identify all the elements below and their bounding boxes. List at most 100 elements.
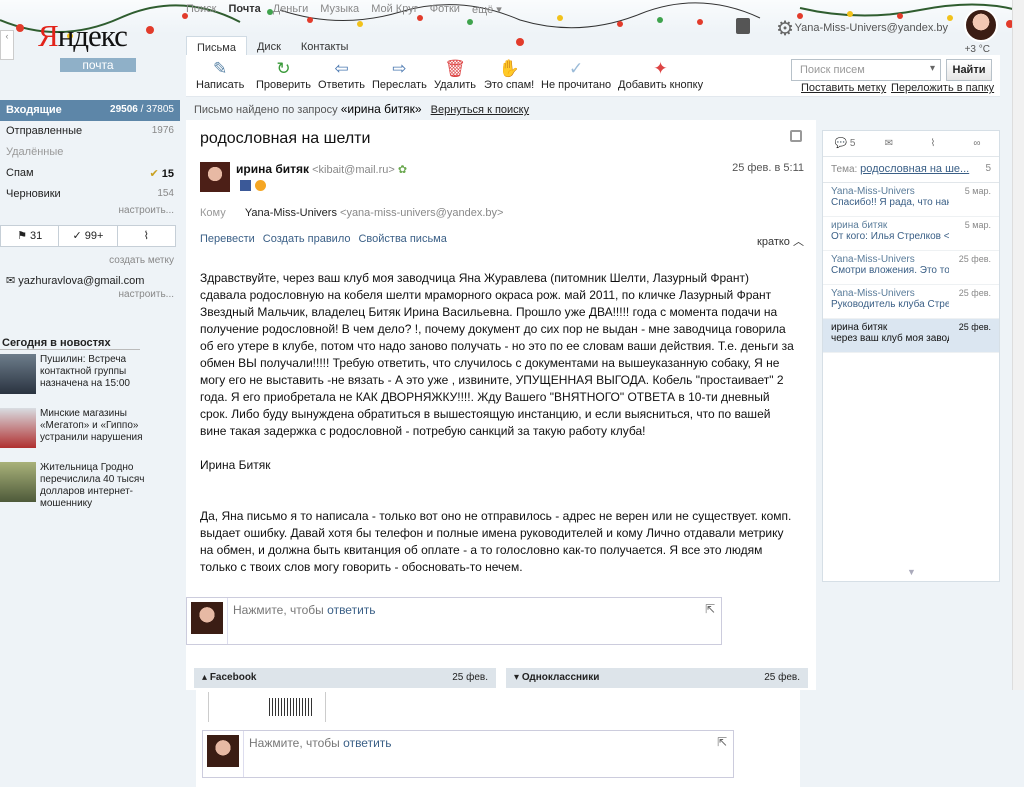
reply-separator	[243, 731, 244, 777]
news-heading[interactable]: Сегодня в новостях	[0, 337, 140, 350]
sidebar: Входящие 29506 / 37805 Отправленные 1976…	[0, 100, 180, 512]
message-properties-link[interactable]: Свойства письма	[358, 233, 446, 245]
thread-item-selected[interactable]: ирина битяк через ваш клуб моя заводчица…	[823, 319, 999, 353]
print-icon[interactable]	[790, 130, 802, 142]
folder-spam[interactable]: Спам ✔ 15	[0, 163, 180, 184]
delete-button[interactable]: 🗑 Удалить	[434, 59, 476, 91]
attachment-strip	[208, 692, 326, 722]
tab-correspondence[interactable]: ✉	[867, 131, 911, 156]
collapse-label: кратко	[757, 236, 790, 248]
tab-links[interactable]: ∞	[955, 131, 999, 156]
unread-button[interactable]: ✓ Не прочитано	[541, 59, 611, 91]
contacts-icon[interactable]	[255, 180, 266, 191]
filter-flagged[interactable]: ⚑ 31	[1, 226, 60, 246]
reply-link[interactable]: ответить	[343, 736, 391, 750]
overlay-fragment: Нажмите, чтобы ответить ⇱	[196, 690, 800, 787]
quick-reply-box-duplicate[interactable]: Нажмите, чтобы ответить ⇱	[202, 730, 734, 778]
translate-link[interactable]: Перевести	[200, 233, 255, 245]
collapse-left-arrow-icon[interactable]: ‹	[0, 30, 14, 60]
yandex-mail-logo[interactable]: Яндекс почта	[38, 18, 138, 78]
related-facebook[interactable]: ▴ Facebook 25 фев.	[194, 668, 496, 688]
move-to-folder-link[interactable]: Переложить в папку	[891, 82, 994, 94]
notes-icon[interactable]	[736, 18, 750, 34]
set-label-link[interactable]: Поставить метку	[801, 82, 886, 94]
badge-icon: ✿	[397, 164, 408, 176]
news-item[interactable]: Жительница Гродно перечислила 40 тысяч д…	[0, 462, 180, 512]
user-avatar[interactable]	[964, 8, 998, 42]
search-input[interactable]: Поиск писем ▾	[791, 59, 941, 81]
thread-item[interactable]: Yana-Miss-Univers Смотри вложения. Это т…	[823, 251, 999, 285]
find-button[interactable]: Найти	[946, 59, 992, 81]
reply-prompt[interactable]: Нажмите, чтобы ответить	[249, 736, 392, 750]
reply-link[interactable]: ответить	[327, 603, 375, 617]
thread-item[interactable]: Yana-Miss-Univers Спасибо!! Я рада, что …	[823, 183, 999, 217]
thread-item-snippet: через ваш клуб моя заводчица...	[831, 333, 949, 344]
message-body: Здравствуйте, через ваш клуб моя заводчи…	[200, 270, 796, 593]
nav-search[interactable]: Поиск	[186, 3, 216, 16]
thread-item[interactable]: ирина битяк От кого: Илья Стрелков <27..…	[823, 217, 999, 251]
folder-sent[interactable]: Отправленные 1976	[0, 121, 180, 142]
reply-button[interactable]: ⇦ Ответить	[318, 59, 365, 91]
news-item[interactable]: Пушилин: Встреча контактной группы назна…	[0, 354, 180, 404]
sender-info[interactable]: ирина битяк <kibait@mail.ru> ✿	[236, 162, 407, 176]
write-button[interactable]: ✎ Написать	[196, 59, 244, 91]
back-to-search-link[interactable]: Вернуться к поиску	[431, 104, 529, 116]
recipient-name[interactable]: Yana-Miss-Univers	[245, 207, 337, 219]
news-title[interactable]: Пушилин: Встреча контактной группы назна…	[40, 354, 150, 390]
configure-folders-link[interactable]: настроить...	[0, 205, 180, 217]
paperclip-icon: ⌇	[143, 230, 149, 242]
broom-icon[interactable]: ✔	[149, 168, 158, 180]
quick-reply-box[interactable]: Нажмите, чтобы ответить ⇱	[186, 597, 722, 645]
page-scrollbar[interactable]	[1012, 0, 1024, 690]
folder-drafts[interactable]: Черновики 154	[0, 184, 180, 205]
thread-item-date: 25 фев.	[958, 254, 991, 264]
nav-photos[interactable]: Фотки	[430, 3, 460, 16]
services-nav: Поиск Почта Деньги Музыка Мой Круг Фотки…	[186, 3, 502, 16]
filter-unread[interactable]: ✓ 99+	[59, 226, 118, 246]
user-email[interactable]: Yana-Miss-Univers@yandex.by	[795, 22, 948, 34]
expand-icon[interactable]: ⇱	[705, 602, 715, 616]
expand-icon[interactable]: ⇱	[717, 735, 727, 749]
scroll-down-icon[interactable]: ▼	[907, 567, 916, 577]
chevron-up-icon: ▴	[202, 672, 208, 683]
thread-subject-link[interactable]: родословная на ше...	[860, 163, 969, 175]
spam-button[interactable]: ✋ Это спам!	[484, 59, 534, 91]
news-title[interactable]: Минские магазины «Мегатоп» и «Гиппо» уст…	[40, 408, 150, 444]
nav-mail[interactable]: Почта	[228, 3, 260, 16]
related-odnoklassniki[interactable]: ▾ Одноклассники 25 фев.	[506, 668, 808, 688]
create-label-link[interactable]: создать метку	[0, 255, 180, 266]
nav-music[interactable]: Музыка	[320, 3, 359, 16]
add-button-button[interactable]: ✦ Добавить кнопку	[618, 59, 703, 91]
reply-prompt[interactable]: Нажмите, чтобы ответить	[233, 603, 376, 617]
folder-inbox[interactable]: Входящие 29506 / 37805	[0, 100, 180, 121]
nav-money[interactable]: Деньги	[273, 3, 309, 16]
body-signature: Ирина Битяк	[200, 458, 271, 472]
check-icon: ✓	[72, 230, 82, 242]
collapse-toggle[interactable]: кратко ︿	[757, 233, 804, 249]
thread-tabs: 💬 5 ✉ ⌇ ∞	[823, 131, 999, 157]
reply-avatar	[207, 735, 239, 767]
forward-button[interactable]: ⇨ Переслать	[372, 59, 427, 91]
create-rule-link[interactable]: Создать правило	[263, 233, 351, 245]
thread-item[interactable]: Yana-Miss-Univers Руководитель клуба Стр…	[823, 285, 999, 319]
configure-collectors-link[interactable]: настроить...	[0, 289, 180, 301]
folder-deleted[interactable]: Удалённые	[0, 142, 180, 163]
sender-email: <kibait@mail.ru>	[312, 164, 395, 176]
filter-attachments[interactable]: ⌇	[118, 226, 175, 246]
barcode-image	[269, 698, 313, 716]
sender-name[interactable]: ирина битяк	[236, 162, 309, 176]
news-title[interactable]: Жительница Гродно перечислила 40 тысяч д…	[40, 462, 150, 510]
check-button[interactable]: ↻ Проверить	[256, 59, 311, 91]
news-item[interactable]: Минские магазины «Мегатоп» и «Гиппо» уст…	[0, 408, 180, 458]
tab-thread[interactable]: 💬 5	[823, 131, 867, 156]
sender-avatar[interactable]	[200, 162, 230, 192]
refresh-icon: ↻	[276, 59, 291, 78]
nav-more[interactable]: ещё ▾	[472, 3, 502, 16]
nav-moikrug[interactable]: Мой Круг	[371, 3, 418, 16]
chevron-down-icon[interactable]: ▾	[930, 63, 935, 74]
gear-icon[interactable]: ⚙	[776, 16, 794, 41]
tab-attachments[interactable]: ⌇	[911, 131, 955, 156]
facebook-icon[interactable]	[240, 180, 251, 191]
spam-label: Это спам!	[484, 79, 535, 91]
external-mailbox[interactable]: ✉ yazhuravlova@gmail.com	[0, 266, 180, 287]
